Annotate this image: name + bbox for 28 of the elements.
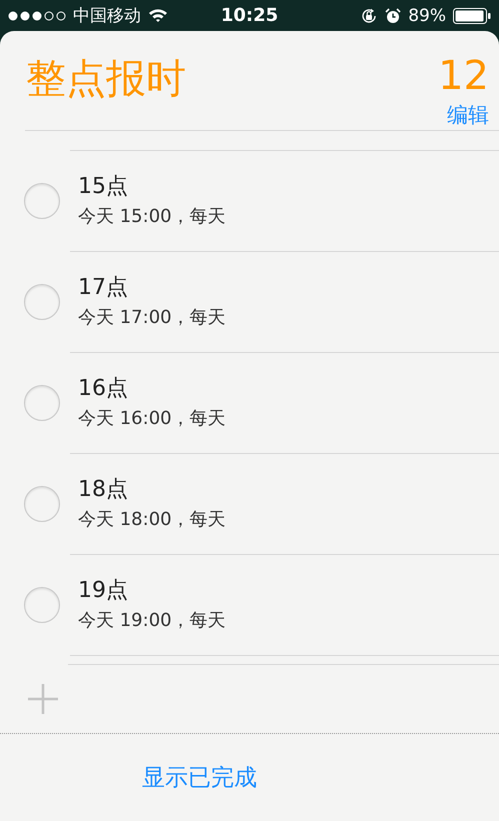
reminder-detail: 今天 16:00，每天 [78,407,226,431]
checkbox[interactable] [24,486,60,522]
show-completed-link[interactable]: 显示已完成 [142,762,257,793]
wifi-icon [148,8,168,23]
add-icon[interactable] [27,683,59,715]
rotation-lock-icon [360,6,378,24]
reminder-detail: 今天 17:00，每天 [78,306,226,330]
checkbox[interactable] [24,385,60,421]
reminder-title: 19点 [78,577,129,605]
battery-icon [453,8,491,24]
list-title: 整点报时 [26,55,186,104]
reminder-detail: 今天 15:00，每天 [78,205,226,229]
reminder-title: 18点 [78,476,129,504]
status-time: 10:25 [220,5,278,26]
reminder-title: 17点 [78,274,129,302]
reminder-detail: 今天 18:00，每天 [78,508,226,532]
reminder-title: 16点 [78,375,129,403]
checkbox[interactable] [24,284,60,320]
reminder-title: 15点 [78,173,129,201]
edit-button[interactable]: 编辑 [447,101,489,129]
reminder-count: 12 [438,52,489,101]
checkbox[interactable] [24,183,60,219]
signal-icon [8,10,66,20]
reminder-detail: 今天 19:00，每天 [78,609,226,633]
checkbox[interactable] [24,587,60,623]
carrier-name: 中国移动 [73,5,141,27]
battery-percent: 89% [408,6,446,26]
alarm-clock-icon [385,8,402,24]
